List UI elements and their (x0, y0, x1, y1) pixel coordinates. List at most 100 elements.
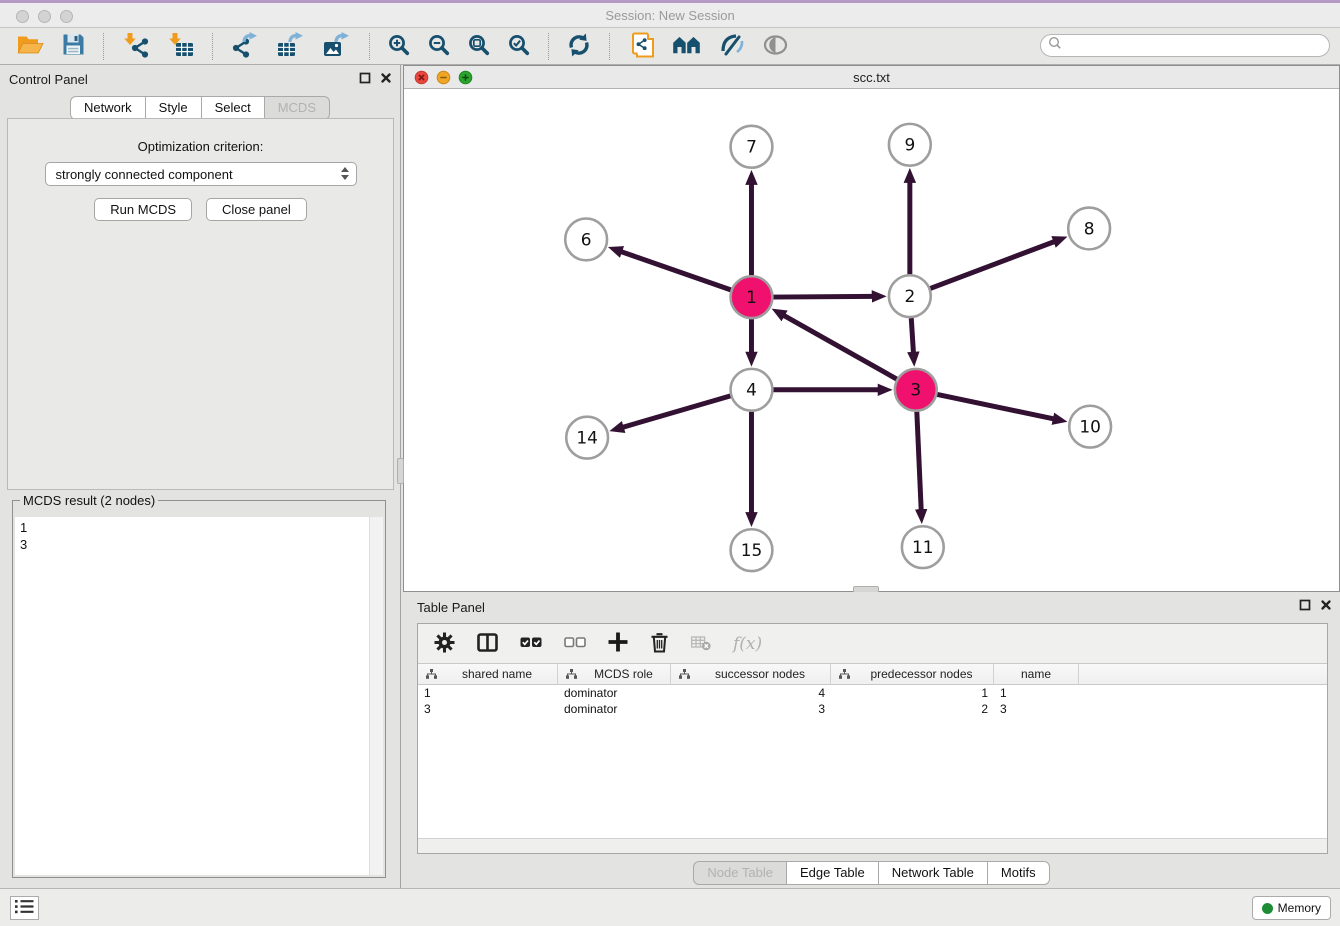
mcds-result-lines: 13 (15, 517, 383, 553)
toolbar-separator (369, 33, 370, 60)
table-horizontal-scrollbar[interactable] (418, 838, 1327, 853)
graph-node-label: 7 (746, 137, 757, 157)
graph-edge-3-10[interactable] (937, 394, 1054, 419)
graph-node-1[interactable]: 1 (731, 276, 773, 318)
table-settings-icon (434, 632, 455, 656)
column-header-name[interactable]: name (994, 664, 1079, 684)
zoom-fit-button[interactable] (462, 32, 496, 61)
vertical-splitter-handle[interactable] (397, 458, 404, 484)
graph-node-15[interactable]: 15 (731, 529, 773, 571)
table-cell[interactable]: 1 (831, 685, 994, 701)
import-table-icon (167, 32, 194, 61)
zoom-in-button[interactable] (382, 32, 416, 61)
float-panel-icon[interactable] (359, 72, 371, 84)
graph-edge-3-1[interactable] (784, 315, 897, 379)
toggle-styles-button[interactable] (714, 31, 751, 62)
graph-node-9[interactable]: 9 (889, 124, 931, 166)
table-row[interactable]: 1dominator411 (418, 685, 1327, 701)
graph-node-7[interactable]: 7 (731, 126, 773, 168)
column-header-predecessor-nodes[interactable]: predecessor nodes (831, 664, 994, 684)
export-table-button[interactable] (271, 30, 311, 63)
column-type-icon (839, 669, 850, 679)
graph-edge-2-8[interactable] (930, 241, 1054, 288)
graph-edge-1-6[interactable] (621, 252, 731, 290)
graph-node-label: 8 (1084, 218, 1095, 238)
tab-mcds[interactable]: MCDS (264, 96, 330, 120)
import-network-button[interactable] (116, 30, 155, 63)
delete-columns-button[interactable] (650, 632, 669, 656)
tab-network[interactable]: Network (70, 96, 146, 120)
float-panel-icon[interactable] (1299, 599, 1311, 611)
deselect-all-icon (564, 632, 586, 655)
run-mcds-button[interactable]: Run MCDS (94, 198, 192, 221)
first-neighbors-button[interactable] (666, 32, 708, 61)
control-panel-tabs: NetworkStyleSelectMCDS (0, 96, 400, 120)
save-session-button[interactable] (56, 31, 91, 61)
toggle-panes-button[interactable] (477, 633, 498, 655)
deselect-all-button[interactable] (564, 632, 586, 655)
table-cell[interactable]: 3 (418, 701, 558, 717)
open-session-button[interactable] (11, 31, 50, 61)
select-all-button[interactable] (520, 632, 542, 655)
table-settings-button[interactable] (434, 632, 455, 656)
column-type-icon (426, 669, 437, 679)
import-table-button[interactable] (161, 30, 200, 63)
tab-edge-table[interactable]: Edge Table (786, 861, 879, 885)
table-cell[interactable]: dominator (558, 701, 671, 717)
column-header-successor-nodes[interactable]: successor nodes (671, 664, 831, 684)
table-cell[interactable]: 3 (994, 701, 1079, 717)
close-panel-icon[interactable] (380, 72, 392, 84)
table-row[interactable]: 3dominator323 (418, 701, 1327, 717)
table-cell[interactable]: 3 (671, 701, 831, 717)
table-cell[interactable]: 2 (831, 701, 994, 717)
search-box (1040, 34, 1330, 57)
graph-node-4[interactable]: 4 (731, 369, 773, 411)
graph-node-2[interactable]: 2 (889, 275, 931, 317)
tab-node-table[interactable]: Node Table (693, 861, 787, 885)
graph-edge-3-11[interactable] (917, 412, 921, 511)
graph-canvas[interactable]: 1 2 3 4 6 7 8 9 10 11 14 15 (404, 89, 1339, 591)
graph-node-6[interactable]: 6 (565, 218, 607, 260)
export-network-button[interactable] (225, 30, 265, 63)
graph-edge-4-14[interactable] (622, 396, 730, 427)
export-image-icon (323, 32, 351, 61)
close-panel-button[interactable]: Close panel (206, 198, 307, 221)
column-header-mcds-role[interactable]: MCDS role (558, 664, 671, 684)
toggle-graphics-details-button[interactable] (757, 33, 794, 60)
tab-style[interactable]: Style (145, 96, 202, 120)
first-neighbors-icon (672, 34, 702, 59)
table-cell[interactable]: 1 (418, 685, 558, 701)
search-input[interactable] (1062, 37, 1329, 55)
network-window-titlebar[interactable]: scc.txt (404, 66, 1339, 89)
table-cell[interactable]: 1 (994, 685, 1079, 701)
zoom-selected-button[interactable] (502, 32, 536, 61)
add-column-button[interactable] (608, 632, 628, 655)
graph-node-3[interactable]: 3 (895, 369, 937, 411)
task-history-button[interactable] (10, 896, 39, 920)
column-header-shared-name[interactable]: shared name (418, 664, 558, 684)
zoom-out-icon (428, 34, 450, 59)
graph-node-10[interactable]: 10 (1069, 406, 1111, 448)
graph-node-label: 2 (904, 286, 915, 306)
result-scrollbar[interactable] (369, 517, 383, 875)
zoom-out-button[interactable] (422, 32, 456, 61)
tab-motifs[interactable]: Motifs (987, 861, 1050, 885)
tab-network-table[interactable]: Network Table (878, 861, 988, 885)
tab-select[interactable]: Select (201, 96, 265, 120)
graph-edge-2-3[interactable] (911, 318, 913, 353)
table-cell[interactable]: 4 (671, 685, 831, 701)
refresh-view-button[interactable] (561, 31, 597, 62)
column-type-icon (566, 669, 577, 679)
graph-node-8[interactable]: 8 (1068, 208, 1110, 250)
close-panel-icon[interactable] (1320, 599, 1332, 611)
graph-edge-1-2[interactable] (773, 296, 873, 297)
table-cell[interactable]: dominator (558, 685, 671, 701)
result-line: 1 (20, 519, 383, 536)
criterion-value: strongly connected component (56, 167, 233, 182)
export-image-button[interactable] (317, 30, 357, 63)
memory-button[interactable]: Memory (1252, 896, 1331, 920)
graph-node-14[interactable]: 14 (566, 417, 608, 459)
criterion-select[interactable]: strongly connected component (45, 162, 357, 186)
network-from-selection-button[interactable] (622, 30, 660, 63)
graph-node-11[interactable]: 11 (902, 526, 944, 568)
